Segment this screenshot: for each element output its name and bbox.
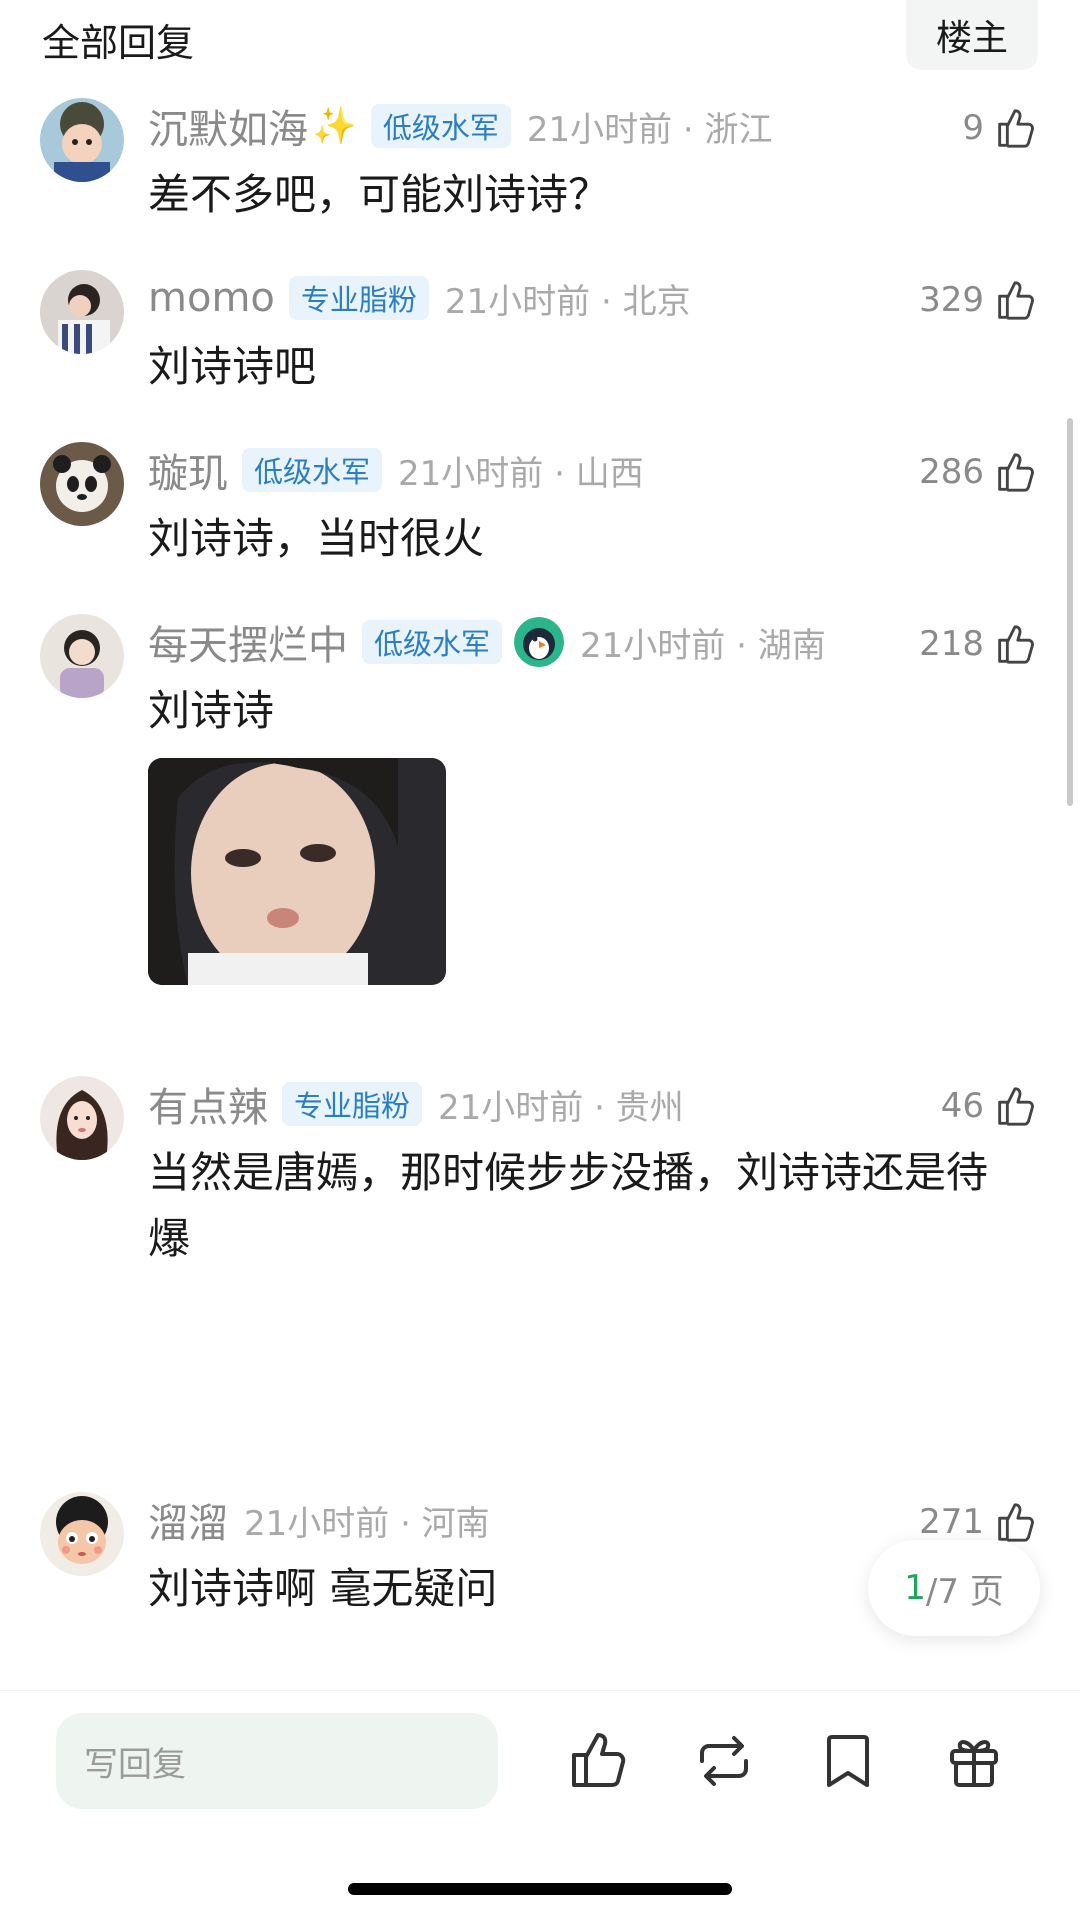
avatar[interactable] — [40, 1492, 124, 1576]
comment-text: 刘诗诗，当时很火 — [148, 514, 485, 563]
comment-text: 刘诗诗吧 — [148, 342, 317, 391]
thumbs-up-icon — [992, 449, 1038, 495]
gift-icon[interactable] — [940, 1727, 1008, 1795]
comment-meta: 沉默如海 ✨ 低级水军 21小时前 · 浙江 — [148, 98, 773, 154]
avatar[interactable] — [40, 1076, 124, 1160]
like-button[interactable]: 329 — [919, 272, 1038, 328]
page-title: 全部回复 — [42, 21, 195, 65]
comment-meta: 溜溜 21小时前 · 河南 — [148, 1492, 490, 1548]
timestamp-location: 21小时前 · 浙江 — [526, 109, 773, 150]
bookmark-icon[interactable] — [814, 1727, 882, 1795]
timestamp-location: 21小时前 · 北京 — [444, 281, 691, 322]
fan-badge[interactable]: 低级水军 — [370, 104, 511, 148]
thumbs-up-icon — [992, 621, 1038, 667]
avatar[interactable] — [40, 614, 124, 698]
like-count: 329 — [919, 280, 984, 320]
comment-meta: 璇玑 低级水军 21小时前 · 山西 — [148, 442, 644, 498]
timestamp-location: 21小时前 · 湖南 — [580, 625, 826, 666]
like-count: 271 — [919, 1502, 984, 1542]
op-filter-button[interactable]: 楼主 — [906, 0, 1038, 70]
reply-input[interactable]: 写回复 — [56, 1713, 498, 1809]
comment-meta: 有点辣 专业脂粉 21小时前 · 贵州 — [148, 1076, 684, 1132]
repost-icon[interactable] — [690, 1727, 758, 1795]
fan-badge[interactable]: 低级水军 — [242, 448, 383, 492]
timestamp-location: 21小时前 · 贵州 — [438, 1087, 684, 1128]
thumbs-up-icon — [992, 105, 1038, 151]
avatar[interactable] — [40, 442, 124, 526]
comment-text: 刘诗诗 — [148, 686, 275, 735]
avatar[interactable] — [40, 270, 124, 354]
puffin-fan-icon[interactable] — [514, 617, 565, 667]
scrollbar[interactable] — [1067, 418, 1073, 806]
page-indicator[interactable]: 1 /7 页 — [868, 1540, 1040, 1636]
username[interactable]: 每天摆烂中 — [148, 613, 348, 671]
thumbs-up-icon — [992, 1499, 1038, 1545]
comment-meta: 每天摆烂中 低级水军 21小时前 · 湖南 — [148, 614, 826, 670]
thumbs-up-icon — [992, 277, 1038, 323]
like-count: 9 — [962, 108, 984, 148]
avatar[interactable] — [40, 98, 124, 182]
like-button[interactable]: 46 — [941, 1078, 1038, 1134]
like-count: 46 — [940, 1086, 984, 1126]
timestamp-location: 21小时前 · 河南 — [244, 1503, 490, 1544]
fan-badge[interactable]: 低级水军 — [362, 620, 503, 664]
current-page: 1 — [904, 1568, 926, 1608]
comment-text: 差不多吧，可能刘诗诗？ — [148, 170, 611, 219]
sticker-image[interactable] — [148, 758, 446, 985]
username[interactable]: momo — [148, 275, 275, 321]
username[interactable]: 璇玑 — [148, 441, 228, 499]
username[interactable]: 沉默如海 — [148, 97, 308, 155]
timestamp-location: 21小时前 · 山西 — [398, 453, 644, 494]
thumbs-up-icon — [992, 1083, 1038, 1129]
like-count: 286 — [919, 452, 984, 492]
username[interactable]: 有点辣 — [148, 1075, 268, 1133]
like-button[interactable]: 218 — [919, 616, 1038, 672]
sparkle-icon: ✨ — [312, 106, 357, 147]
home-indicator[interactable] — [348, 1883, 732, 1895]
username[interactable]: 溜溜 — [148, 1491, 228, 1549]
like-button[interactable]: 9 — [962, 100, 1038, 156]
like-button[interactable]: 286 — [919, 444, 1038, 500]
fan-badge[interactable]: 专业脂粉 — [288, 276, 429, 320]
total-pages: /7 页 — [925, 1571, 1004, 1612]
comment-meta: momo 专业脂粉 21小时前 · 北京 — [148, 270, 691, 326]
bottom-action-bar: 写回复 — [0, 1690, 1080, 1917]
thumbs-up-icon[interactable] — [564, 1727, 632, 1795]
like-count: 218 — [919, 624, 984, 664]
comment-text: 当然是唐嫣，那时候步步没播，刘诗诗还是待爆 — [148, 1148, 989, 1263]
header: 全部回复 楼主 — [0, 0, 1080, 80]
fan-badge[interactable]: 专业脂粉 — [282, 1082, 423, 1126]
